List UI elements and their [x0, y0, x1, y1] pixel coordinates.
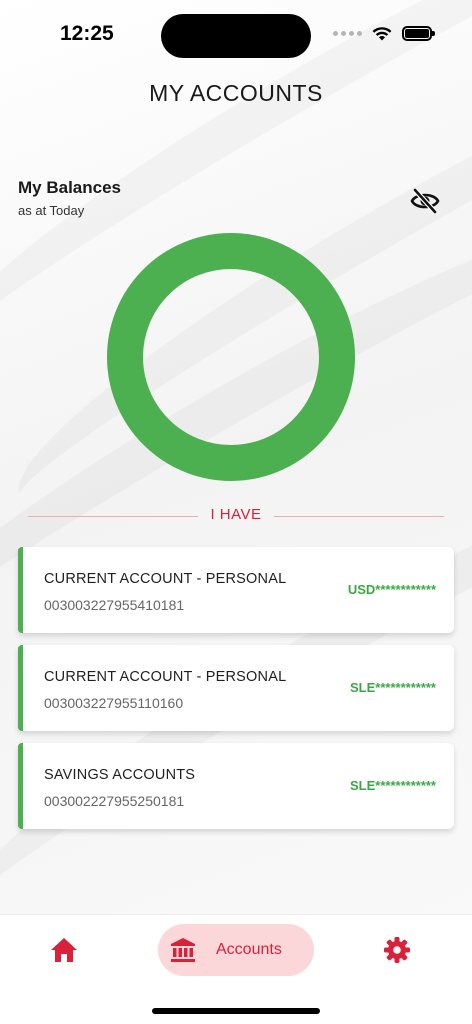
nav-accounts-label: Accounts — [216, 941, 282, 958]
account-card[interactable]: CURRENT ACCOUNT - PERSONAL 0030032279551… — [18, 645, 454, 731]
bank-icon — [171, 938, 195, 962]
battery-icon — [402, 26, 435, 41]
gear-icon[interactable] — [383, 936, 411, 964]
account-number: 003002227955250181 — [44, 793, 185, 809]
account-balance: SLE************ — [350, 680, 436, 695]
account-name: SAVINGS ACCOUNTS — [44, 767, 196, 783]
signal-icon — [333, 31, 362, 36]
bottom-navigation: Accounts — [0, 914, 472, 1024]
balance-donut-chart — [107, 233, 355, 481]
page-title: MY ACCOUNTS — [149, 80, 323, 106]
accounts-list: CURRENT ACCOUNT - PERSONAL 0030032279554… — [18, 547, 454, 841]
nav-accounts-tab[interactable]: Accounts — [158, 924, 314, 976]
account-name: CURRENT ACCOUNT - PERSONAL — [44, 669, 287, 685]
account-number: 003003227955410181 — [44, 597, 185, 613]
section-divider: I HAVE — [28, 506, 444, 526]
donut-segment — [107, 233, 355, 481]
status-time: 12:25 — [60, 22, 114, 45]
section-label: I HAVE — [210, 506, 262, 523]
status-bar: 12:25 — [0, 0, 472, 70]
eye-off-icon[interactable] — [410, 187, 440, 215]
account-name: CURRENT ACCOUNT - PERSONAL — [44, 571, 287, 587]
home-indicator — [152, 1008, 320, 1014]
account-card[interactable]: SAVINGS ACCOUNTS 003002227955250181 SLE*… — [18, 743, 454, 829]
dynamic-island — [161, 14, 311, 58]
account-number: 003003227955110160 — [44, 695, 184, 711]
balances-header: My Balances as at Today — [18, 178, 121, 218]
home-icon[interactable] — [50, 937, 78, 963]
account-card[interactable]: CURRENT ACCOUNT - PERSONAL 0030032279554… — [18, 547, 454, 633]
balances-subtitle: as at Today — [18, 203, 85, 218]
balances-title: My Balances — [18, 178, 121, 197]
status-indicators — [333, 26, 435, 41]
account-balance: USD************ — [347, 582, 436, 597]
wifi-icon — [372, 27, 392, 41]
account-balance: SLE************ — [350, 778, 436, 793]
